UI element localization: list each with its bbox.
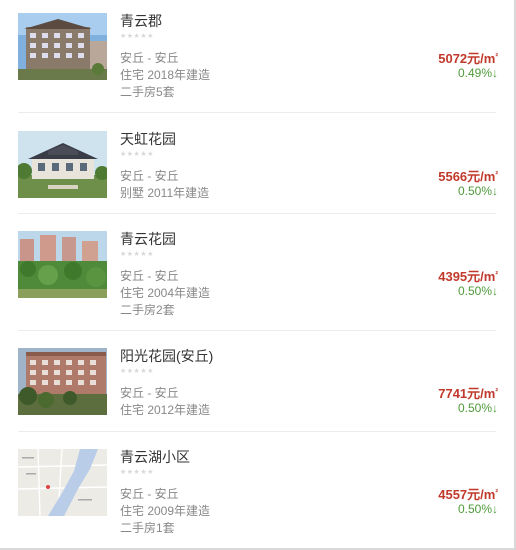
down-arrow-icon: ↓ — [492, 184, 498, 198]
down-arrow-icon: ↓ — [492, 66, 498, 80]
listing-thumbnail[interactable] — [18, 348, 107, 415]
listing-thumbnail[interactable] — [18, 13, 107, 80]
listing-item[interactable]: 天虹花园 ★★★★★ 安丘 - 安丘 别墅 2011年建造 5566元/m² 0… — [18, 131, 498, 201]
listing-change: 0.50%↓ — [458, 401, 498, 415]
listing-type-year: 住宅 2018年建造 — [120, 68, 211, 82]
listing-district: 安丘 - 安丘 — [120, 487, 179, 501]
divider — [18, 431, 496, 432]
listing-item[interactable]: 青云花园 ★★★★★ 安丘 - 安丘 住宅 2004年建造 二手房2套 4395… — [18, 229, 498, 317]
listing-item[interactable]: 阳光花园(安丘) ★★★★★ 安丘 - 安丘 住宅 2012年建造 7741元/… — [18, 348, 498, 418]
listing-price: 5566元/m² — [438, 166, 498, 185]
listing-name[interactable]: 阳光花园(安丘) — [120, 346, 213, 366]
listing-type-year: 别墅 2011年建造 — [120, 186, 210, 200]
listing-second-hand[interactable]: 二手房5套 — [120, 83, 175, 100]
change-value: 0.50% — [457, 184, 492, 198]
listing-type-year: 住宅 2004年建造 — [120, 286, 211, 300]
listing-panel: 青云郡 ★★★★★ 安丘 - 安丘 住宅 2018年建造 二手房5套 5072元… — [0, 0, 516, 550]
price-value: 5566元/m — [438, 169, 496, 184]
rating-stars: ★★★★★ — [120, 469, 154, 476]
divider — [18, 112, 496, 113]
price-value: 4395元/m — [438, 269, 496, 284]
divider — [18, 330, 496, 331]
listing-district: 安丘 - 安丘 — [120, 386, 179, 400]
listing-name[interactable]: 天虹花园 — [120, 129, 176, 149]
listing-district: 安丘 - 安丘 — [120, 169, 179, 183]
change-value: 0.50% — [457, 284, 492, 298]
price-unit: ² — [495, 488, 498, 497]
listing-name[interactable]: 青云郡 — [120, 11, 162, 31]
listing-thumbnail[interactable] — [18, 449, 107, 516]
listing-item[interactable]: 青云郡 ★★★★★ 安丘 - 安丘 住宅 2018年建造 二手房5套 5072元… — [18, 11, 498, 99]
listing-change: 0.50%↓ — [458, 184, 498, 198]
rating-stars: ★★★★★ — [120, 251, 154, 258]
listing-type-year: 住宅 2009年建造 — [120, 504, 211, 518]
listing-price: 5072元/m² — [438, 48, 498, 67]
price-value: 5072元/m — [438, 51, 496, 66]
villa-photo — [18, 131, 107, 198]
listing-price: 7741元/m² — [438, 383, 498, 402]
listing-change: 0.50%↓ — [458, 502, 498, 516]
listing-district: 安丘 - 安丘 — [120, 51, 179, 65]
listing-change: 0.50%↓ — [458, 284, 498, 298]
garden-photo — [18, 231, 107, 298]
divider — [18, 213, 496, 214]
residential-block-photo — [18, 348, 107, 415]
listing-type-year: 住宅 2012年建造 — [120, 403, 211, 417]
change-value: 0.49% — [457, 66, 492, 80]
price-value: 7741元/m — [438, 386, 496, 401]
map-thumbnail — [18, 449, 107, 516]
down-arrow-icon: ↓ — [492, 284, 498, 298]
price-unit: ² — [495, 170, 498, 179]
rating-stars: ★★★★★ — [120, 151, 154, 158]
apartment-photo — [18, 13, 107, 80]
price-value: 4557元/m — [438, 487, 496, 502]
price-unit: ² — [495, 387, 498, 396]
listing-second-hand[interactable]: 二手房1套 — [120, 519, 175, 536]
listing-thumbnail[interactable] — [18, 131, 107, 198]
change-value: 0.50% — [457, 502, 492, 516]
price-unit: ² — [495, 270, 498, 279]
listing-price: 4395元/m² — [438, 266, 498, 285]
listing-change: 0.49%↓ — [458, 66, 498, 80]
rating-stars: ★★★★★ — [120, 33, 154, 40]
rating-stars: ★★★★★ — [120, 368, 154, 375]
listing-name[interactable]: 青云花园 — [120, 229, 176, 249]
listing-thumbnail[interactable] — [18, 231, 107, 298]
change-value: 0.50% — [457, 401, 492, 415]
listing-district: 安丘 - 安丘 — [120, 269, 179, 283]
listing-second-hand[interactable]: 二手房2套 — [120, 301, 175, 318]
price-unit: ² — [495, 52, 498, 61]
down-arrow-icon: ↓ — [492, 502, 498, 516]
listing-name[interactable]: 青云湖小区 — [120, 447, 190, 467]
listing-item[interactable]: 青云湖小区 ★★★★★ 安丘 - 安丘 住宅 2009年建造 二手房1套 455… — [18, 447, 498, 535]
down-arrow-icon: ↓ — [492, 401, 498, 415]
listing-price: 4557元/m² — [438, 484, 498, 503]
